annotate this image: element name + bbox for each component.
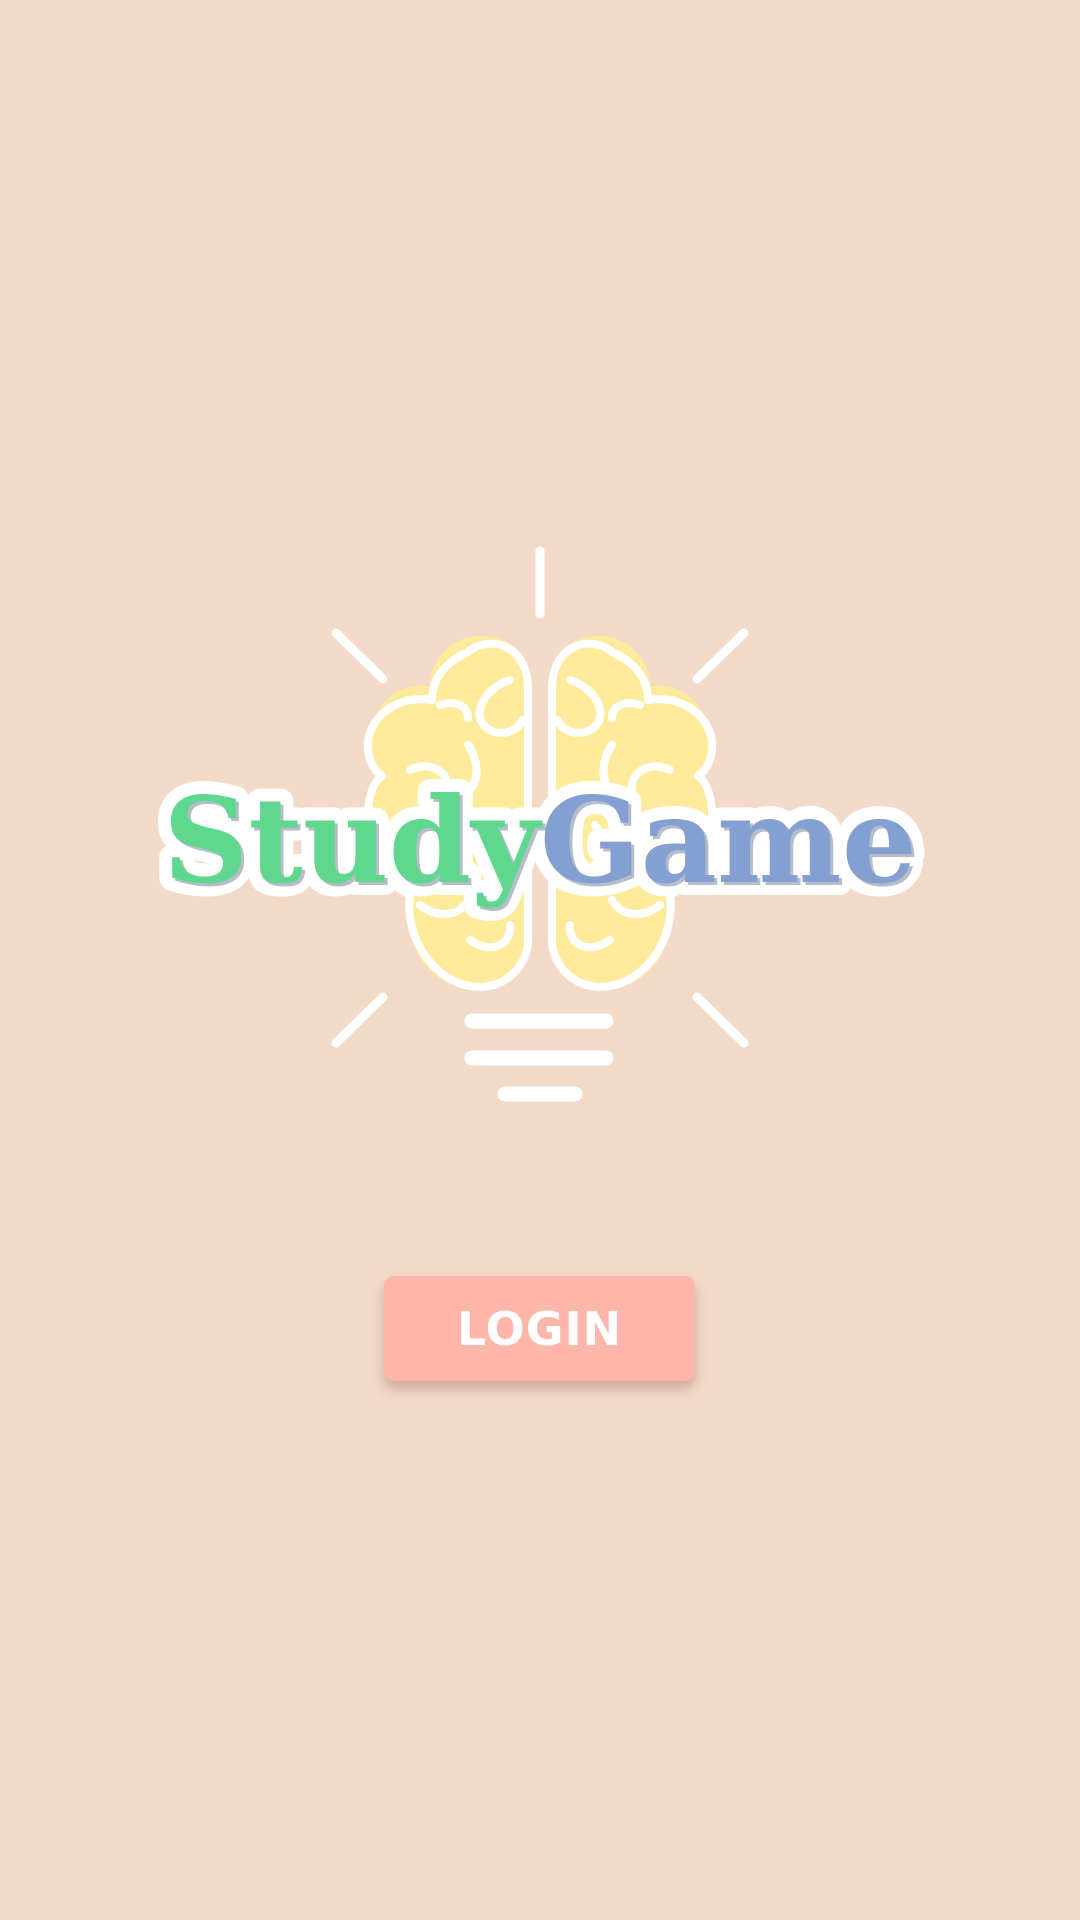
- login-button[interactable]: LOGIN: [384, 1276, 695, 1381]
- title-study: Study: [163, 771, 543, 910]
- app-logo: StudyGame StudyGame StudyGame: [100, 530, 980, 1110]
- title-game: Game: [540, 771, 917, 910]
- splash-screen: StudyGame StudyGame StudyGame LOGIN: [0, 0, 1080, 1920]
- svg-text:StudyGame: StudyGame: [163, 771, 917, 910]
- login-button-label: LOGIN: [456, 1301, 623, 1356]
- brain-lightbulb-icon: StudyGame StudyGame StudyGame: [150, 546, 930, 1102]
